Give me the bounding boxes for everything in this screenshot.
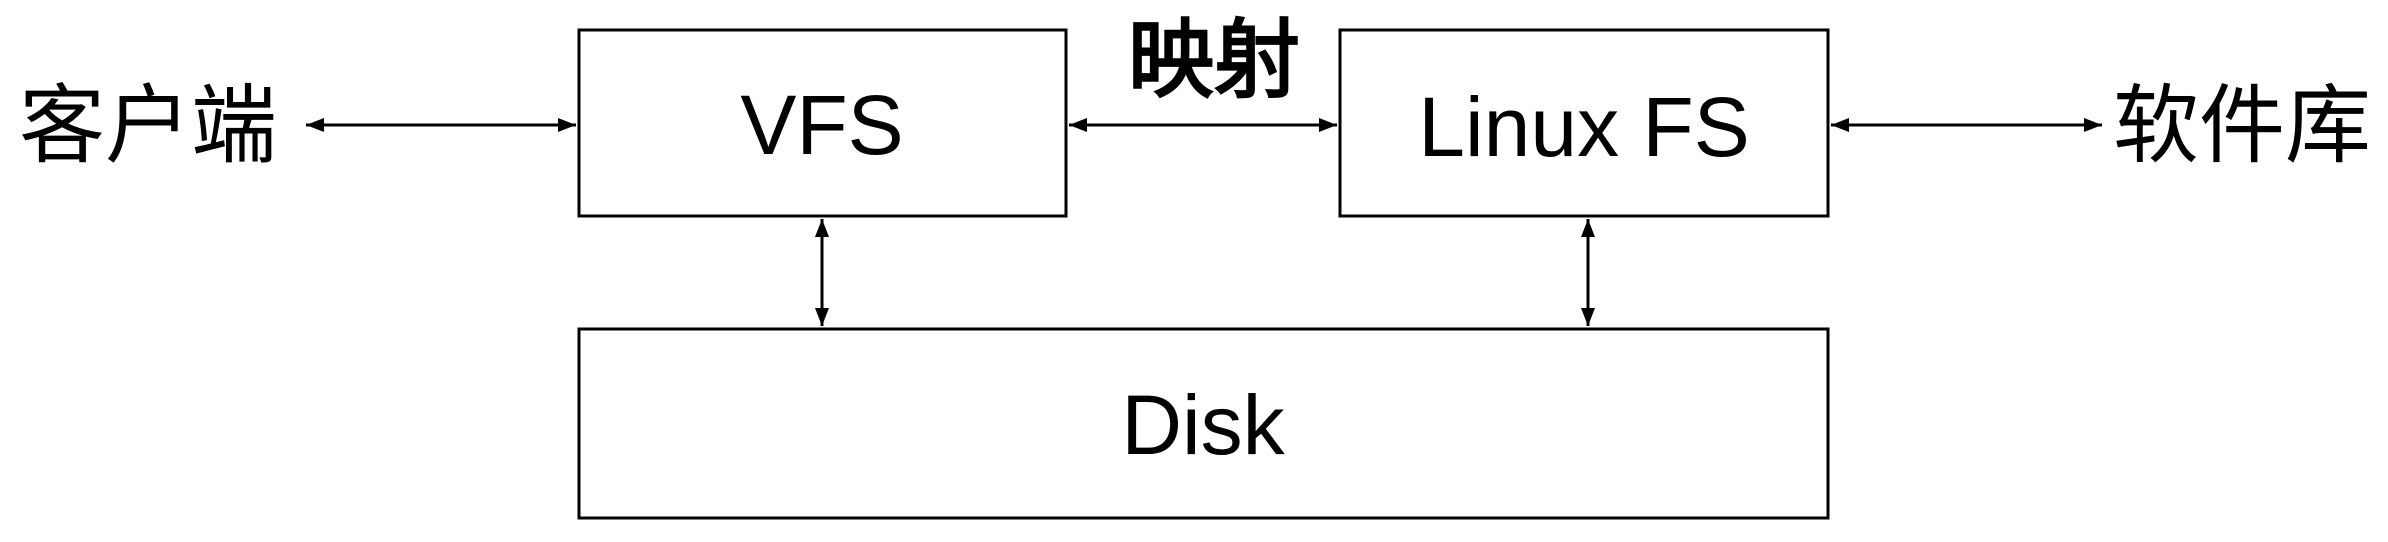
linux-fs-label: Linux FS [1418, 80, 1750, 174]
software-repo-label: 软件库 [2113, 76, 2371, 176]
architecture-diagram: 客户端 VFS 映射 Linux FS 软件库 Disk [19, 10, 2371, 520]
vfs-node: VFS [577, 28, 1068, 218]
linux-fs-node: Linux FS [1338, 28, 1830, 218]
vfs-label: VFS [740, 78, 903, 172]
disk-node: Disk [577, 327, 1830, 520]
disk-label: Disk [1121, 378, 1285, 472]
client-label: 客户端 [19, 76, 277, 176]
mapping-label: 映射 [1128, 10, 1300, 111]
